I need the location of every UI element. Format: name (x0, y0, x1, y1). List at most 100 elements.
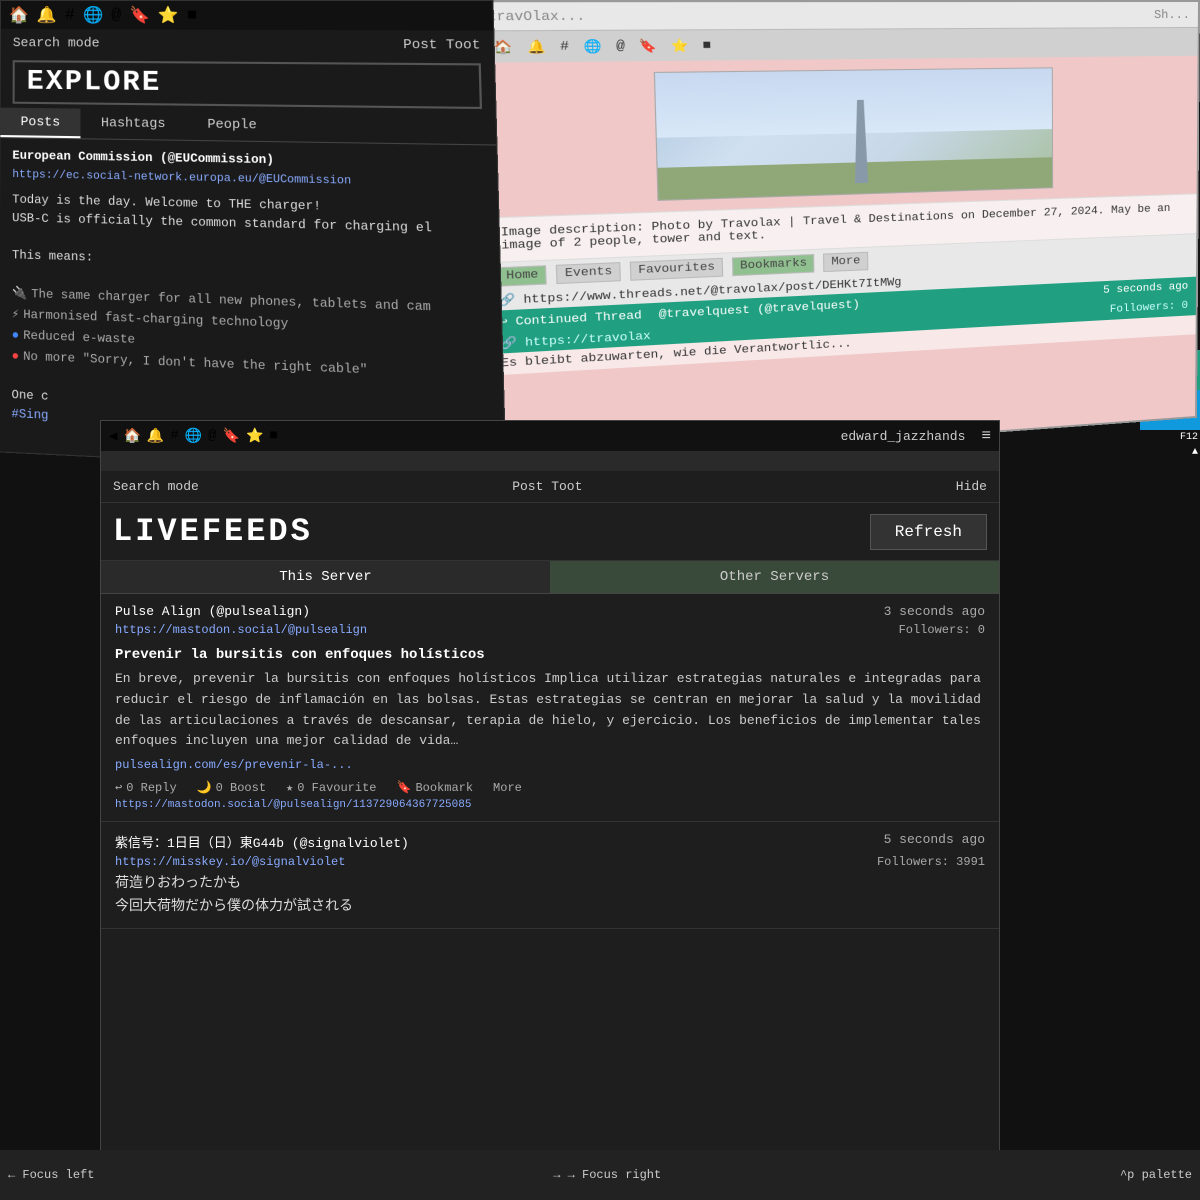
search-mode-label: Search mode (13, 35, 100, 51)
fav-icon: ★ (286, 780, 293, 795)
server-tabs: This Server Other Servers (101, 561, 999, 594)
topbar-bell-icon[interactable]: 🔔 (147, 428, 164, 445)
globe-icon: 🌐 (83, 5, 103, 25)
topbar-username: edward_jazzhands (841, 429, 966, 444)
topbar-menu-icon[interactable]: ≡ (981, 427, 991, 445)
post1-url[interactable]: https://mastodon.social/@pulsealign (115, 623, 367, 637)
topbar-at-icon[interactable]: @ (208, 428, 216, 444)
explore-title: EXPLORE (13, 60, 482, 109)
explore-search-row: Search mode Post Toot (1, 29, 494, 59)
accent-text: ▲ (1140, 445, 1200, 460)
bk-icon: 🔖 (396, 780, 411, 795)
more-action-btn[interactable]: More (823, 252, 868, 272)
post1-time: 3 seconds ago (884, 604, 985, 619)
post2-url[interactable]: https://misskey.io/@signalviolet (115, 855, 345, 869)
favourite-action[interactable]: ★0 Favourite (286, 780, 376, 795)
focus-right-text: → Focus right (568, 1168, 662, 1182)
nav-bell-icon[interactable]: 🔔 (522, 36, 551, 57)
thread-time: 5 seconds ago (1103, 281, 1188, 297)
tab-posts[interactable]: Posts (0, 108, 80, 139)
main-search-mode: Search mode (113, 479, 199, 494)
main-post-toot[interactable]: Post Toot (512, 479, 582, 494)
post1-followers: Followers: 0 (899, 623, 985, 641)
bell-icon: 🔔 (37, 5, 57, 25)
travel-topbar: travOlax... Sh... (477, 2, 1198, 31)
topbar-home-icon[interactable]: 🏠 (123, 428, 140, 445)
livefeeds-panel: ◀ 🏠 🔔 # 🌐 @ 🔖 ⭐ ■ edward_jazzhands ≡ Sea… (100, 420, 1000, 1170)
travel-photo (654, 67, 1053, 201)
post1-body: En breve, prevenir la bursitis con enfoq… (115, 669, 985, 752)
post-toot-button[interactable]: Post Toot (403, 37, 480, 53)
nav-star-icon[interactable]: ⭐ (666, 35, 694, 56)
post1-permalink[interactable]: https://mastodon.social/@pulsealign/1137… (115, 799, 985, 811)
topbar-bookmark2-icon[interactable]: 🔖 (223, 428, 240, 445)
main-toolbar: Search mode Post Toot Hide (101, 471, 999, 503)
feed-post-2: 紫信号：1日目（日）東G44b (@signalviolet) 5 second… (101, 822, 999, 929)
feed-post-1: Pulse Align (@pulsealign) 3 seconds ago … (101, 594, 999, 822)
focus-left-text: Focus left (22, 1168, 94, 1182)
tab-this-server[interactable]: This Server (101, 561, 550, 593)
post2-header: 紫信号：1日目（日）東G44b (@signalviolet) 5 second… (115, 832, 985, 851)
boost-action[interactable]: 🌙0 Boost (197, 780, 266, 795)
bookmark-action[interactable]: 🔖Bookmark (396, 780, 473, 795)
palette-label[interactable]: ^p palette (1120, 1168, 1192, 1182)
star-icon: ⭐ (158, 5, 179, 25)
explore-post: European Commission (@EUCommission) http… (0, 138, 505, 455)
boost-icon: 🌙 (197, 780, 212, 795)
post2-followers: Followers: 3991 (877, 855, 985, 873)
explore-panel: 🏠 🔔 # 🌐 @ 🔖 ⭐ ■ Search mode Post Toot EX… (0, 0, 507, 478)
topbar-globe-icon[interactable]: 🌐 (185, 428, 202, 445)
arrow-left-icon: ← (8, 1168, 15, 1182)
topbar-hash-icon[interactable]: # (170, 428, 178, 444)
f12-label: F12 (1140, 430, 1200, 445)
post1-author: Pulse Align (@pulsealign) (115, 604, 310, 619)
at-icon: @ (111, 6, 121, 24)
arrow-right-icon: → (553, 1168, 560, 1182)
livefeeds-title: LIVEFEEDS (113, 513, 870, 550)
focus-right-label[interactable]: → → Focus right (553, 1168, 661, 1182)
post2-time: 5 seconds ago (884, 832, 985, 851)
livefeeds-header: LIVEFEEDS Refresh (101, 503, 999, 561)
events-action-btn[interactable]: Events (556, 262, 621, 284)
nav-square-icon[interactable]: ■ (698, 36, 716, 56)
topbar-star2-icon[interactable]: ⭐ (246, 428, 263, 445)
post1-meta: https://mastodon.social/@pulsealign Foll… (115, 623, 985, 641)
thread-followers: Followers: 0 (1110, 300, 1188, 316)
bookmarks-action-btn[interactable]: Bookmarks (732, 254, 815, 276)
hash-icon: # (65, 6, 75, 24)
more-action[interactable]: More (493, 781, 522, 795)
favourites-action-btn[interactable]: Favourites (630, 258, 723, 281)
post2-meta: https://misskey.io/@signalviolet Followe… (115, 855, 985, 873)
tab-people[interactable]: People (186, 110, 278, 141)
nav-bookmark-icon[interactable]: 🔖 (634, 35, 662, 56)
bookmark-icon: 🔖 (129, 5, 150, 25)
topbar-back-icon[interactable]: ◀ (109, 428, 117, 445)
post2-body-line2: 今回大荷物だから僕の体力が試される (115, 896, 985, 918)
post-body-intro: This means: (12, 245, 487, 277)
post2-body-line1: 荷造りおわったかも (115, 873, 985, 895)
travel-panel: travOlax... Sh... 🏠 🔔 # 🌐 @ 🔖 ⭐ ■ Image … (474, 0, 1200, 469)
tab-other-servers[interactable]: Other Servers (550, 561, 999, 593)
post2-author: 紫信号：1日目（日）東G44b (@signalviolet) (115, 832, 409, 851)
panel-title-text: travOlax... (487, 8, 585, 24)
post1-link-preview[interactable]: pulsealign.com/es/prevenir-la-... (115, 758, 985, 772)
topbar-square2-icon[interactable]: ■ (269, 428, 277, 444)
focus-left-label[interactable]: ← Focus left (8, 1168, 94, 1182)
nav-globe-icon[interactable]: 🌐 (578, 36, 606, 57)
refresh-button[interactable]: Refresh (870, 514, 987, 550)
photo-overlay (655, 68, 1052, 200)
home-action-btn[interactable]: Home (497, 265, 547, 287)
home-icon: 🏠 (9, 5, 29, 25)
panel-close-area: Sh... (1154, 7, 1190, 21)
tab-hashtags[interactable]: Hashtags (80, 109, 186, 140)
explore-topbar: 🏠 🔔 # 🌐 @ 🔖 ⭐ ■ (1, 1, 493, 31)
post1-subtitle: Prevenir la bursitis con enfoques holíst… (115, 647, 985, 663)
hide-button[interactable]: Hide (956, 479, 987, 494)
photo-area (479, 56, 1197, 218)
reply-action[interactable]: ↩0 Reply (115, 780, 177, 795)
nav-at-icon[interactable]: @ (611, 36, 630, 56)
topbar-icons: ◀ 🏠 🔔 # 🌐 @ 🔖 ⭐ ■ (109, 428, 278, 445)
nav-hash-icon[interactable]: # (555, 37, 574, 57)
main-topbar: ◀ 🏠 🔔 # 🌐 @ 🔖 ⭐ ■ edward_jazzhands ≡ (101, 421, 999, 451)
post1-actions: ↩0 Reply 🌙0 Boost ★0 Favourite 🔖Bookmark… (115, 780, 985, 795)
